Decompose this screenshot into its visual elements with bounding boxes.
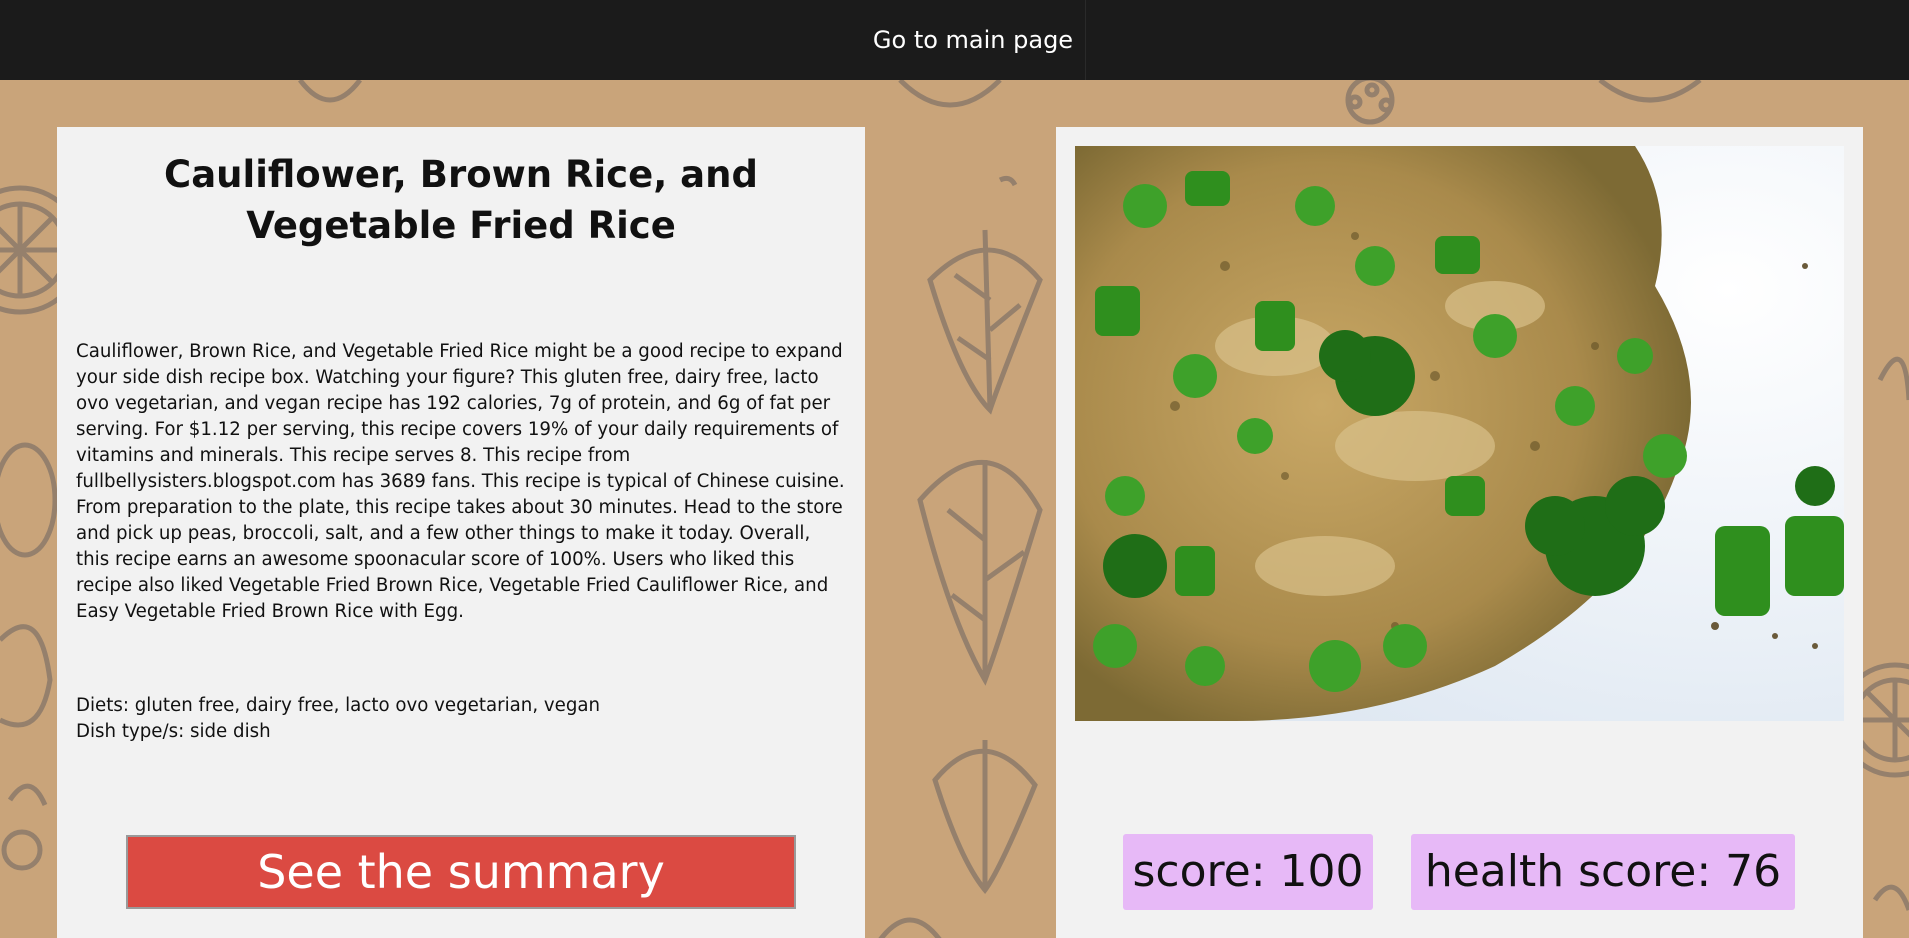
- recipe-title: Cauliflower, Brown Rice, and Vegetable F…: [164, 153, 758, 247]
- score-badge: score: 100: [1123, 834, 1373, 910]
- main-page-link[interactable]: Go to main page: [861, 0, 1086, 80]
- recipe-diets: Diets: gluten free, dairy free, lacto ov…: [76, 695, 601, 716]
- health-score-badge: health score: 76: [1411, 834, 1795, 910]
- recipe-dish-types: Dish type/s: side dish: [76, 721, 271, 742]
- recipe-photo: [1075, 146, 1844, 721]
- recipe-info-card: Cauliflower, Brown Rice, and Vegetable F…: [57, 127, 865, 938]
- recipe-summary: Cauliflower, Brown Rice, and Vegetable F…: [76, 341, 845, 622]
- recipe-meta: Diets: gluten free, dairy free, lacto ov…: [76, 693, 846, 745]
- top-navbar: Go to main page: [0, 0, 1909, 80]
- see-summary-button[interactable]: See the summary: [126, 835, 796, 909]
- recipe-image-card: score: 100 health score: 76: [1056, 127, 1863, 938]
